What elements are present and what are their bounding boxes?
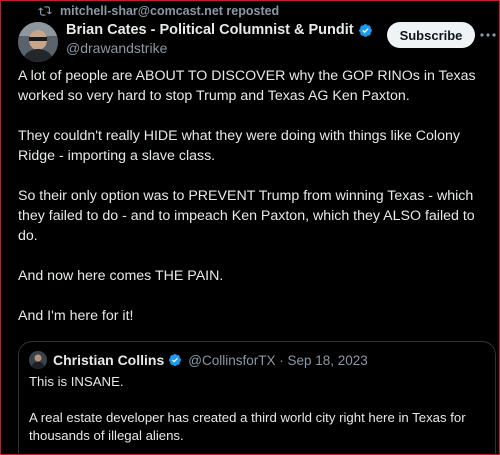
quoted-author-name[interactable]: Christian Collins	[53, 352, 164, 368]
quoted-tweet-header: Christian Collins @CollinsforTX · Sep 18…	[29, 351, 368, 369]
author-display-name[interactable]: Brian Cates - Political Columnist & Pund…	[66, 22, 354, 38]
tweet-paragraph: They couldn't really HIDE what they were…	[18, 128, 460, 164]
tweet-text: A lot of people are ABOUT TO DISCOVER wh…	[18, 66, 496, 346]
quoted-author-avatar[interactable]	[29, 351, 47, 369]
author-name-row[interactable]: Brian Cates - Political Columnist & Pund…	[66, 22, 373, 38]
author-avatar[interactable]	[18, 22, 58, 62]
author-handle[interactable]: @drawandstrike	[66, 40, 167, 56]
quoted-tweet[interactable]: Christian Collins @CollinsforTX · Sep 18…	[18, 341, 496, 455]
repost-indicator[interactable]: mitchell-shar@comcast.net reposted	[38, 3, 279, 19]
tweet-paragraph: A lot of people are ABOUT TO DISCOVER wh…	[18, 68, 476, 104]
verified-badge-icon	[169, 354, 182, 366]
quoted-paragraph: This is INSANE.	[29, 374, 124, 389]
tweet-paragraph: And I'm here for it!	[18, 308, 134, 324]
repost-text: mitchell-shar@comcast.net reposted	[60, 4, 280, 18]
quoted-handle-and-date[interactable]: @CollinsforTX · Sep 18, 2023	[188, 353, 368, 368]
subscribe-button[interactable]: Subscribe	[387, 22, 475, 48]
tweet-paragraph: And now here comes THE PAIN.	[18, 268, 224, 284]
quoted-tweet-text: This is INSANE. A real estate developer …	[29, 373, 489, 455]
tweet-paragraph: So their only option was to PREVENT Trum…	[18, 188, 475, 244]
quoted-paragraph: A real estate developer has created a th…	[29, 410, 466, 443]
repost-icon	[38, 6, 52, 16]
more-options-button[interactable]	[479, 26, 497, 44]
verified-badge-icon	[358, 23, 372, 37]
more-icon	[480, 33, 496, 37]
